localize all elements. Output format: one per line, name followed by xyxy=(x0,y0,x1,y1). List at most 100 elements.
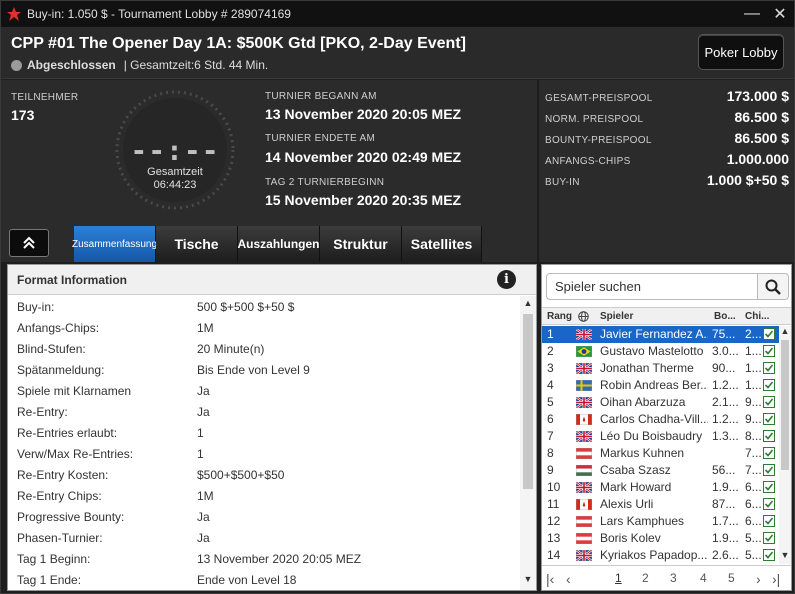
prev-page-icon[interactable]: ‹ xyxy=(566,571,571,587)
pagination: |‹ ‹ › ›| 1 2 3 4 5 xyxy=(542,565,791,590)
player-name: Carlos Chadha-Vill... xyxy=(600,412,708,426)
player-name: Csaba Szasz xyxy=(600,463,671,477)
player-chips: 6... xyxy=(745,497,762,511)
scrollbar-thumb[interactable] xyxy=(781,340,789,470)
tournament-name: CPP #01 The Opener Day 1A: $500K Gtd [PK… xyxy=(11,35,466,52)
scrollbar-thumb[interactable] xyxy=(523,314,533,489)
player-bounty: 1.2... xyxy=(712,378,739,392)
format-key: Spätanmeldung: xyxy=(17,362,105,377)
prize-row: BOUNTY-PREISPOOL 86.500 $ xyxy=(545,130,789,146)
player-table-body: 1 Javier Fernandez A... 75... 2... 2 Gustavo … xyxy=(542,326,779,564)
checkmark-icon xyxy=(763,379,775,391)
last-page-icon[interactable]: ›| xyxy=(772,571,780,587)
col-player[interactable]: Spieler xyxy=(600,311,633,322)
player-row[interactable]: 10 Mark Howard 1.9... 6... xyxy=(542,479,779,496)
page-1-link[interactable]: 1 xyxy=(615,571,622,585)
format-key: Blind-Stufen: xyxy=(17,341,86,356)
format-row: Blind-Stufen: 20 Minute(n) xyxy=(8,338,520,359)
tab-auszahlungen[interactable]: Auszahlungen xyxy=(238,226,320,262)
player-row[interactable]: 6 Carlos Chadha-Vill... 1.2... 9... xyxy=(542,411,779,428)
scroll-down-icon[interactable]: ▼ xyxy=(520,574,536,588)
format-key: Re-Entry: xyxy=(17,404,68,419)
format-key: Spiele mit Klarnamen xyxy=(17,383,132,398)
player-row[interactable]: 7 Léo Du Boisbaudry 1.3... 8... xyxy=(542,428,779,445)
player-row[interactable]: 2 Gustavo Mastelotto 3.0... 1... xyxy=(542,343,779,360)
format-key: Re-Entries erlaubt: xyxy=(17,425,118,440)
close-button[interactable]: ✕ xyxy=(766,1,794,27)
col-bounty[interactable]: Bo... xyxy=(714,311,736,322)
player-row[interactable]: 3 Jonathan Therme 90... 1... xyxy=(542,360,779,377)
pokerstars-logo-icon xyxy=(7,7,21,21)
player-row[interactable]: 13 Boris Kolev 1.9... 5... xyxy=(542,530,779,547)
prize-value: 1.000.000 xyxy=(726,151,789,167)
player-name: Boris Kolev xyxy=(600,531,661,545)
player-row[interactable]: 8 Markus Kuhnen 7... xyxy=(542,445,779,462)
scroll-up-icon[interactable]: ▲ xyxy=(779,326,791,340)
status-badge: Abgeschlossen xyxy=(27,58,116,72)
tab-satellites[interactable]: Satellites xyxy=(402,226,482,262)
player-row[interactable]: 5 Oihan Abarzuza 2.1... 9... xyxy=(542,394,779,411)
prize-row: GESAMT-PREISPOOL 173.000 $ xyxy=(545,88,789,104)
col-chips[interactable]: Chi... xyxy=(745,311,769,322)
tab-zusammenfassung[interactable]: Zusammenfassung xyxy=(72,226,157,262)
collapse-button[interactable] xyxy=(9,229,49,257)
status-line: Abgeschlossen | Gesamtzeit:6 Std. 44 Min… xyxy=(11,58,268,72)
status-dot-icon xyxy=(11,59,22,71)
scroll-up-icon[interactable]: ▲ xyxy=(520,298,536,312)
player-name: Gustavo Mastelotto xyxy=(600,344,704,358)
player-row[interactable]: 14 Kyriakos Papadop... 2.6... 5... xyxy=(542,547,779,564)
player-row[interactable]: 1 Javier Fernandez A... 75... 2... xyxy=(542,326,779,343)
gb-flag-icon xyxy=(576,329,592,340)
player-chips: 8... xyxy=(745,429,762,443)
col-rank[interactable]: Rang xyxy=(547,311,572,322)
format-info-panel: Format Information i Buy-in: 500 $+500 $+… xyxy=(7,264,537,591)
player-chips: 6... xyxy=(745,480,762,494)
page-5-link[interactable]: 5 xyxy=(728,571,735,585)
player-chips: 1... xyxy=(745,378,762,392)
globe-icon[interactable] xyxy=(578,311,589,322)
minimize-button[interactable]: — xyxy=(738,1,766,27)
player-scrollbar[interactable]: ▲ ▼ xyxy=(779,326,791,564)
format-key: Tag 1 Ende: xyxy=(17,572,82,587)
prize-label: ANFANGS-CHIPS xyxy=(545,156,631,167)
gb-flag-icon xyxy=(576,431,592,442)
tab-struktur[interactable]: Struktur xyxy=(320,226,402,262)
player-search-input[interactable]: Spieler suchen xyxy=(546,273,758,300)
checkmark-icon xyxy=(763,515,775,527)
hu-flag-icon xyxy=(576,465,592,476)
player-bounty: 3.0... xyxy=(712,344,739,358)
gb-flag-icon xyxy=(576,397,592,408)
search-button[interactable] xyxy=(757,273,789,300)
prize-value: 86.500 $ xyxy=(734,109,790,125)
first-page-icon[interactable]: |‹ xyxy=(546,571,554,587)
player-row[interactable]: 4 Robin Andreas Ber... 1.2... 1... xyxy=(542,377,779,394)
scroll-down-icon[interactable]: ▼ xyxy=(779,550,791,564)
tab-tische[interactable]: Tische xyxy=(156,226,238,262)
player-chips: 6... xyxy=(745,514,762,528)
checkmark-icon xyxy=(763,481,775,493)
tournament-lobby-window: Buy-in: 1.050 $ - Tournament Lobby # 289… xyxy=(0,0,795,594)
poker-lobby-button[interactable]: Poker Lobby xyxy=(698,34,784,70)
end-label: TURNIER ENDETE AM xyxy=(265,133,376,144)
player-chips: 2... xyxy=(745,327,762,341)
format-value: Bis Ende von Level 9 xyxy=(197,362,310,377)
info-icon[interactable]: i xyxy=(497,270,516,289)
player-bounty: 75... xyxy=(712,327,736,341)
prize-value: 173.000 $ xyxy=(726,88,789,104)
player-row[interactable]: 11 Alexis Urli 87... 6... xyxy=(542,496,779,513)
format-scrollbar[interactable]: ▲ ▼ xyxy=(520,296,536,590)
page-3-link[interactable]: 3 xyxy=(670,571,677,585)
player-row[interactable]: 9 Csaba Szasz 56... 7... xyxy=(542,462,779,479)
format-key: Tag 1 Beginn: xyxy=(17,551,91,566)
prize-value: 1.000 $+50 $ xyxy=(706,172,789,188)
page-2-link[interactable]: 2 xyxy=(642,571,649,585)
at-flag-icon xyxy=(576,448,592,459)
player-bounty: 90... xyxy=(712,361,736,375)
total-time-text: | Gesamtzeit:6 Std. 44 Min. xyxy=(123,58,269,72)
next-page-icon[interactable]: › xyxy=(756,571,761,587)
page-4-link[interactable]: 4 xyxy=(700,571,707,585)
gb-flag-icon xyxy=(576,482,592,493)
format-value: 13 November 2020 20:05 MEZ xyxy=(197,551,362,566)
player-rank: 4 xyxy=(547,378,554,392)
player-row[interactable]: 12 Lars Kamphues 1.7... 6... xyxy=(542,513,779,530)
